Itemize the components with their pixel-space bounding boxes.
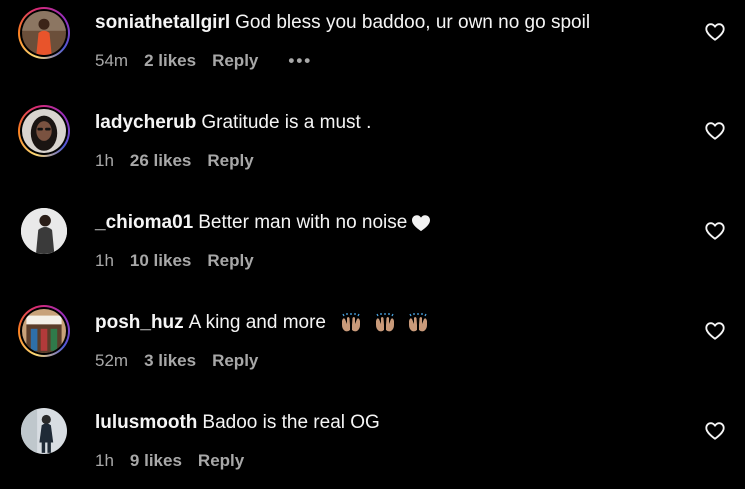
comment-meta: 54m 2 likes Reply ••• [95, 50, 328, 72]
comment-username[interactable]: soniathetallgirl [95, 12, 230, 33]
raising-hands-icon [373, 312, 397, 333]
comment-time: 54m [95, 51, 129, 70]
more-options-icon[interactable]: ••• [288, 51, 312, 70]
raising-hands-icon [339, 312, 363, 333]
comment-likes[interactable]: 2 likes [144, 51, 196, 70]
comment-item: lulusmooth Badoo is the real OG 1h 9 likes… [0, 400, 745, 489]
comment-text: A king and more [188, 312, 326, 333]
comment-username[interactable]: ladycherub [95, 112, 196, 133]
like-heart-icon[interactable] [704, 320, 726, 342]
comment-time: 1h [95, 251, 114, 270]
reply-button[interactable]: Reply [212, 51, 258, 70]
comment-text: God bless you baddoo, ur own no go spoil [235, 12, 591, 33]
comment-username[interactable]: lulusmooth [95, 412, 197, 433]
like-heart-icon[interactable] [704, 120, 726, 142]
avatar[interactable] [18, 205, 70, 257]
comment-likes[interactable]: 9 likes [130, 451, 182, 470]
comment-item: soniathetallgirl God bless you baddoo, ur… [0, 0, 745, 100]
comment-text-line: soniathetallgirl God bless you baddoo, ur… [95, 11, 590, 35]
comment-username[interactable]: posh_huz [95, 312, 184, 333]
comment-time: 1h [95, 451, 114, 470]
avatar[interactable] [18, 305, 70, 357]
comments-list: soniathetallgirl God bless you baddoo, ur… [0, 0, 745, 489]
comment-item: _chioma01 Better man with no noise 1h 10 l… [0, 200, 745, 300]
comment-item: posh_huz A king and more 52m 3 likes Reply [0, 300, 745, 400]
comment-likes[interactable]: 10 likes [130, 251, 191, 270]
comment-text: Badoo is the real OG [202, 412, 380, 433]
avatar[interactable] [18, 405, 70, 457]
comment-meta: 1h 9 likes Reply [95, 450, 260, 472]
comment-username[interactable]: _chioma01 [95, 212, 193, 233]
comment-meta: 1h 10 likes Reply [95, 250, 270, 272]
reply-button[interactable]: Reply [198, 451, 244, 470]
raising-hands-icon [406, 312, 430, 333]
comment-text-line: ladycherub Gratitude is a must . [95, 111, 371, 135]
white-heart-icon [411, 214, 431, 232]
like-heart-icon[interactable] [704, 220, 726, 242]
comment-meta: 1h 26 likes Reply [95, 150, 270, 172]
avatar[interactable] [18, 105, 70, 157]
comment-likes[interactable]: 3 likes [144, 351, 196, 370]
comment-likes[interactable]: 26 likes [130, 151, 191, 170]
comment-text: Better man with no noise [198, 212, 408, 233]
comment-meta: 52m 3 likes Reply [95, 350, 274, 372]
comment-text-line: posh_huz A king and more [95, 311, 430, 335]
like-heart-icon[interactable] [704, 21, 726, 43]
avatar[interactable] [18, 7, 70, 59]
reply-button[interactable]: Reply [207, 151, 253, 170]
comment-text-line: lulusmooth Badoo is the real OG [95, 411, 380, 435]
comment-time: 1h [95, 151, 114, 170]
comment-time: 52m [95, 351, 129, 370]
comment-text-line: _chioma01 Better man with no noise [95, 211, 431, 235]
comment-item: ladycherub Gratitude is a must . 1h 26 lik… [0, 100, 745, 200]
comment-text: Gratitude is a must . [201, 112, 372, 133]
like-heart-icon[interactable] [704, 420, 726, 442]
reply-button[interactable]: Reply [207, 251, 253, 270]
reply-button[interactable]: Reply [212, 351, 258, 370]
